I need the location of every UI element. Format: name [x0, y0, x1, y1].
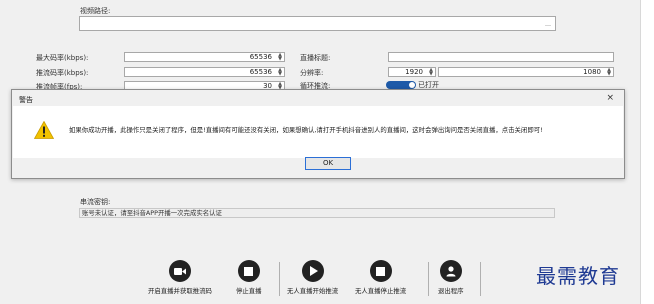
- warning-icon: [34, 121, 54, 139]
- resolution-width-value: 1920: [405, 68, 423, 76]
- toolbar-divider: [428, 262, 429, 296]
- unattended-start-label: 无人直播开始推流: [287, 287, 339, 295]
- resolution-height-value: 1080: [583, 68, 601, 76]
- close-icon[interactable]: ×: [606, 93, 614, 103]
- play-icon: [301, 260, 324, 282]
- video-path-dropdown[interactable]: …: [79, 16, 556, 31]
- resolution-label: 分辨率:: [300, 69, 324, 77]
- dialog-message: 如果你成功开播，此操作只是关闭了程序，但是!直播间有可能还没有关闭，如果想确认,…: [69, 126, 543, 134]
- unattended-stop-label: 无人直播停止推流: [355, 287, 407, 295]
- start-live-label: 开启直播并获取推流码: [148, 287, 212, 295]
- live-title-input[interactable]: [388, 52, 614, 62]
- watermark-text: 最需教育: [536, 264, 620, 288]
- resolution-width-input[interactable]: 1920 ▲ ▼: [388, 67, 436, 77]
- spinner-arrows-icon[interactable]: ▲ ▼: [278, 53, 282, 62]
- push-bitrate-value: 65536: [249, 68, 272, 76]
- stop-live-label: 停止直播: [236, 287, 262, 295]
- push-bitrate-label: 推流码率(kbps):: [36, 69, 89, 77]
- toolbar-divider: [480, 262, 481, 296]
- warning-dialog: 警告 × 如果你成功开播，此操作只是关闭了程序，但是!直播间有可能还没有关闭，如…: [11, 89, 625, 179]
- toolbar-divider: [279, 262, 280, 296]
- video-path-label: 视频路径:: [80, 7, 111, 15]
- spinner-arrows-icon[interactable]: ▲ ▼: [429, 68, 433, 77]
- unattended-start-button[interactable]: 无人直播开始推流: [287, 260, 338, 295]
- unattended-stop-button[interactable]: 无人直播停止推流: [355, 260, 406, 295]
- max-bitrate-input[interactable]: 65536 ▲ ▼: [124, 52, 285, 62]
- push-key-value: 账号未认证，请至抖音APP开播一次完成实名认证: [82, 209, 222, 217]
- stop-icon: [369, 260, 392, 282]
- push-key-label: 串流密钥:: [80, 198, 111, 206]
- max-bitrate-value: 65536: [249, 53, 272, 61]
- exit-label: 退出程序: [438, 287, 464, 295]
- live-title-label: 直播标题:: [300, 54, 331, 62]
- start-live-button[interactable]: 开启直播并获取推流码: [148, 260, 212, 295]
- exit-button[interactable]: 退出程序: [438, 260, 464, 295]
- dialog-body: 如果你成功开播，此操作只是关闭了程序，但是!直播间有可能还没有关闭，如果想确认,…: [13, 106, 623, 158]
- ok-button[interactable]: OK: [305, 157, 351, 170]
- camera-icon: [168, 260, 191, 282]
- push-key-field: 账号未认证，请至抖音APP开播一次完成实名认证: [79, 208, 555, 218]
- toggle-knob: [409, 82, 415, 88]
- max-bitrate-label: 最大码率(kbps):: [36, 54, 89, 62]
- user-exit-icon: [439, 260, 462, 282]
- loop-push-toggle[interactable]: [386, 81, 416, 89]
- push-bitrate-input[interactable]: 65536 ▲ ▼: [124, 67, 285, 77]
- stop-live-button[interactable]: 停止直播: [236, 260, 262, 295]
- resolution-height-input[interactable]: 1080 ▲ ▼: [438, 67, 614, 77]
- stop-icon: [237, 260, 260, 282]
- dropdown-arrow-icon: …: [545, 21, 551, 28]
- dialog-title: 警告: [19, 96, 33, 104]
- spinner-arrows-icon[interactable]: ▲ ▼: [278, 68, 282, 77]
- spinner-arrows-icon[interactable]: ▲ ▼: [607, 68, 611, 77]
